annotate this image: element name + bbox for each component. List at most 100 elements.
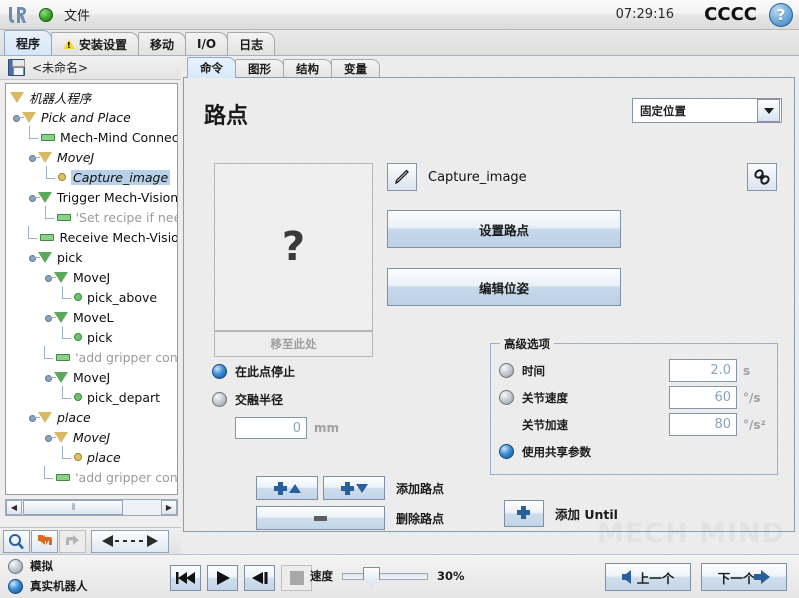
pencil-icon[interactable]	[387, 163, 417, 191]
remove-waypoint-button[interactable]	[256, 506, 385, 530]
edit-pose-button[interactable]: 编辑位姿	[387, 268, 621, 306]
tree-node[interactable]: MoveJ	[8, 147, 177, 167]
status-bar: 模拟 真实机器人 速度 30% 上一个 下一个	[0, 554, 799, 598]
real-robot-radio-row[interactable]: 真实机器人	[8, 578, 88, 594]
speed-slider[interactable]	[342, 566, 428, 588]
tree-expander-icon[interactable]	[44, 373, 56, 382]
help-icon[interactable]: ?	[769, 3, 793, 27]
sub-tab-2[interactable]: 结构	[283, 59, 332, 78]
advanced-option-label: 使用共享参数	[522, 444, 591, 459]
tree-node[interactable]: 'add gripper cont	[8, 466, 177, 487]
tree-expander-icon[interactable]	[28, 413, 40, 422]
chevron-down-icon[interactable]	[757, 99, 780, 122]
triangle-green-icon	[37, 191, 52, 203]
search-icon[interactable]	[3, 529, 30, 553]
add-until-button[interactable]	[504, 500, 544, 527]
next-button[interactable]: 下一个	[701, 563, 787, 591]
main-tab-2[interactable]: 移动	[138, 32, 187, 55]
speed-slider-thumb[interactable]	[363, 566, 380, 588]
undo-icon[interactable]	[31, 529, 58, 553]
tree-node-label: pick_depart	[87, 389, 161, 405]
tree-horizontal-scrollbar[interactable]: ◀ ⦀ ▶	[5, 499, 178, 516]
tree-node-label: MoveJ	[73, 369, 111, 385]
add-waypoint-before-button[interactable]	[256, 476, 318, 500]
main-tab-1[interactable]: 安装设置	[51, 32, 140, 55]
advanced-options-legend: 高级选项	[500, 336, 554, 352]
advanced-option-radio[interactable]	[499, 363, 514, 378]
scroll-left-icon[interactable]: ◀	[6, 500, 22, 515]
program-tree[interactable]: 机器人程序 Pick and Place Mech-Mind Connect Move…	[5, 83, 178, 495]
sub-tab-3[interactable]: 变量	[331, 59, 380, 78]
advanced-option-row: 关节加速 80 °/s²	[499, 411, 777, 438]
tree-expander-icon[interactable]	[12, 113, 24, 122]
scroll-thumb[interactable]: ⦀	[23, 500, 123, 515]
set-waypoint-button[interactable]: 设置路点	[387, 210, 621, 248]
tree-node[interactable]: 机器人程序	[8, 87, 177, 107]
tree-expander-icon[interactable]	[28, 193, 40, 202]
save-icon[interactable]	[8, 59, 25, 76]
position-type-dropdown[interactable]: 固定位置	[632, 98, 782, 123]
scroll-right-icon[interactable]: ▶	[161, 500, 177, 515]
advanced-option-input[interactable]: 60	[669, 386, 737, 409]
main-tab-3[interactable]: I/O	[185, 32, 229, 55]
speed-label: 速度	[310, 569, 333, 583]
add-waypoint-after-button[interactable]	[323, 476, 385, 500]
tree-node[interactable]: 'add gripper cont	[8, 346, 177, 367]
tree-node[interactable]: Capture_image	[8, 166, 177, 187]
speed-value: 30%	[437, 569, 465, 583]
skip-back-icon[interactable]	[170, 565, 201, 591]
tree-node[interactable]: Trigger Mech-Vision	[8, 187, 177, 207]
triangle-green-icon	[54, 311, 68, 323]
tree-node[interactable]: 'Set recipe if nee	[8, 206, 177, 227]
tree-expander-icon[interactable]	[44, 273, 56, 282]
main-tab-0[interactable]: 程序	[4, 30, 53, 55]
dot-green-icon	[74, 393, 82, 401]
tree-expander-icon[interactable]	[28, 153, 40, 162]
move-left-right-icon[interactable]	[91, 529, 169, 553]
chain-link-icon[interactable]	[747, 163, 777, 191]
blend-radius-radio[interactable]	[212, 392, 227, 407]
bar-green-icon	[56, 353, 71, 361]
tree-node[interactable]: pick	[8, 326, 177, 347]
real-robot-radio[interactable]	[8, 578, 23, 594]
advanced-option-row: 关节速度 60 °/s	[499, 384, 777, 411]
simulation-radio-row[interactable]: 模拟	[8, 558, 88, 574]
tree-node[interactable]: place	[8, 407, 177, 427]
tree-node-label: Capture_image	[71, 169, 171, 185]
main-tab-4[interactable]: 日志	[227, 32, 276, 55]
tree-node[interactable]: pick_above	[8, 286, 177, 307]
stop-here-radio[interactable]	[212, 364, 227, 379]
clock: 07:29:16	[615, 7, 674, 22]
advanced-option-input[interactable]: 80	[669, 413, 737, 436]
tree-node[interactable]: MoveJ	[8, 427, 177, 447]
tree-node[interactable]: pick_depart	[8, 386, 177, 407]
stop-here-radio-row[interactable]: 在此点停止	[212, 363, 339, 380]
blend-radius-label: 交融半径	[235, 393, 284, 407]
tree-node[interactable]: MoveJ	[8, 367, 177, 387]
tree-connector	[42, 466, 56, 485]
advanced-option-radio[interactable]	[499, 444, 514, 459]
tree-expander-icon[interactable]	[28, 253, 40, 262]
tree-node[interactable]: place	[8, 446, 177, 467]
tree-node[interactable]: MoveJ	[8, 267, 177, 287]
play-icon[interactable]	[207, 565, 238, 591]
file-menu[interactable]: 文件	[64, 5, 90, 24]
tree-expander-icon[interactable]	[44, 313, 56, 322]
add-waypoint-row: 添加路点	[256, 476, 444, 500]
tree-expander-icon[interactable]	[44, 433, 56, 442]
tree-node[interactable]: MoveL	[8, 307, 177, 327]
advanced-option-radio[interactable]	[499, 390, 514, 405]
skip-forward-icon[interactable]	[244, 565, 275, 591]
previous-button[interactable]: 上一个	[605, 563, 691, 591]
simulation-radio[interactable]	[8, 558, 23, 574]
sub-tab-0[interactable]: 命令	[187, 57, 236, 78]
move-here-button[interactable]: 移至此处	[214, 331, 373, 357]
tree-node[interactable]: Receive Mech-Vision	[8, 226, 177, 247]
tree-node[interactable]: Pick and Place	[8, 107, 177, 127]
tree-node[interactable]: pick	[8, 247, 177, 267]
blend-radius-radio-row[interactable]: 交融半径	[212, 391, 339, 408]
sub-tab-1[interactable]: 图形	[235, 59, 284, 78]
tree-node[interactable]: Mech-Mind Connect	[8, 126, 177, 147]
advanced-option-input[interactable]: 2.0	[669, 359, 737, 382]
blend-radius-input[interactable]: 0	[235, 417, 307, 439]
